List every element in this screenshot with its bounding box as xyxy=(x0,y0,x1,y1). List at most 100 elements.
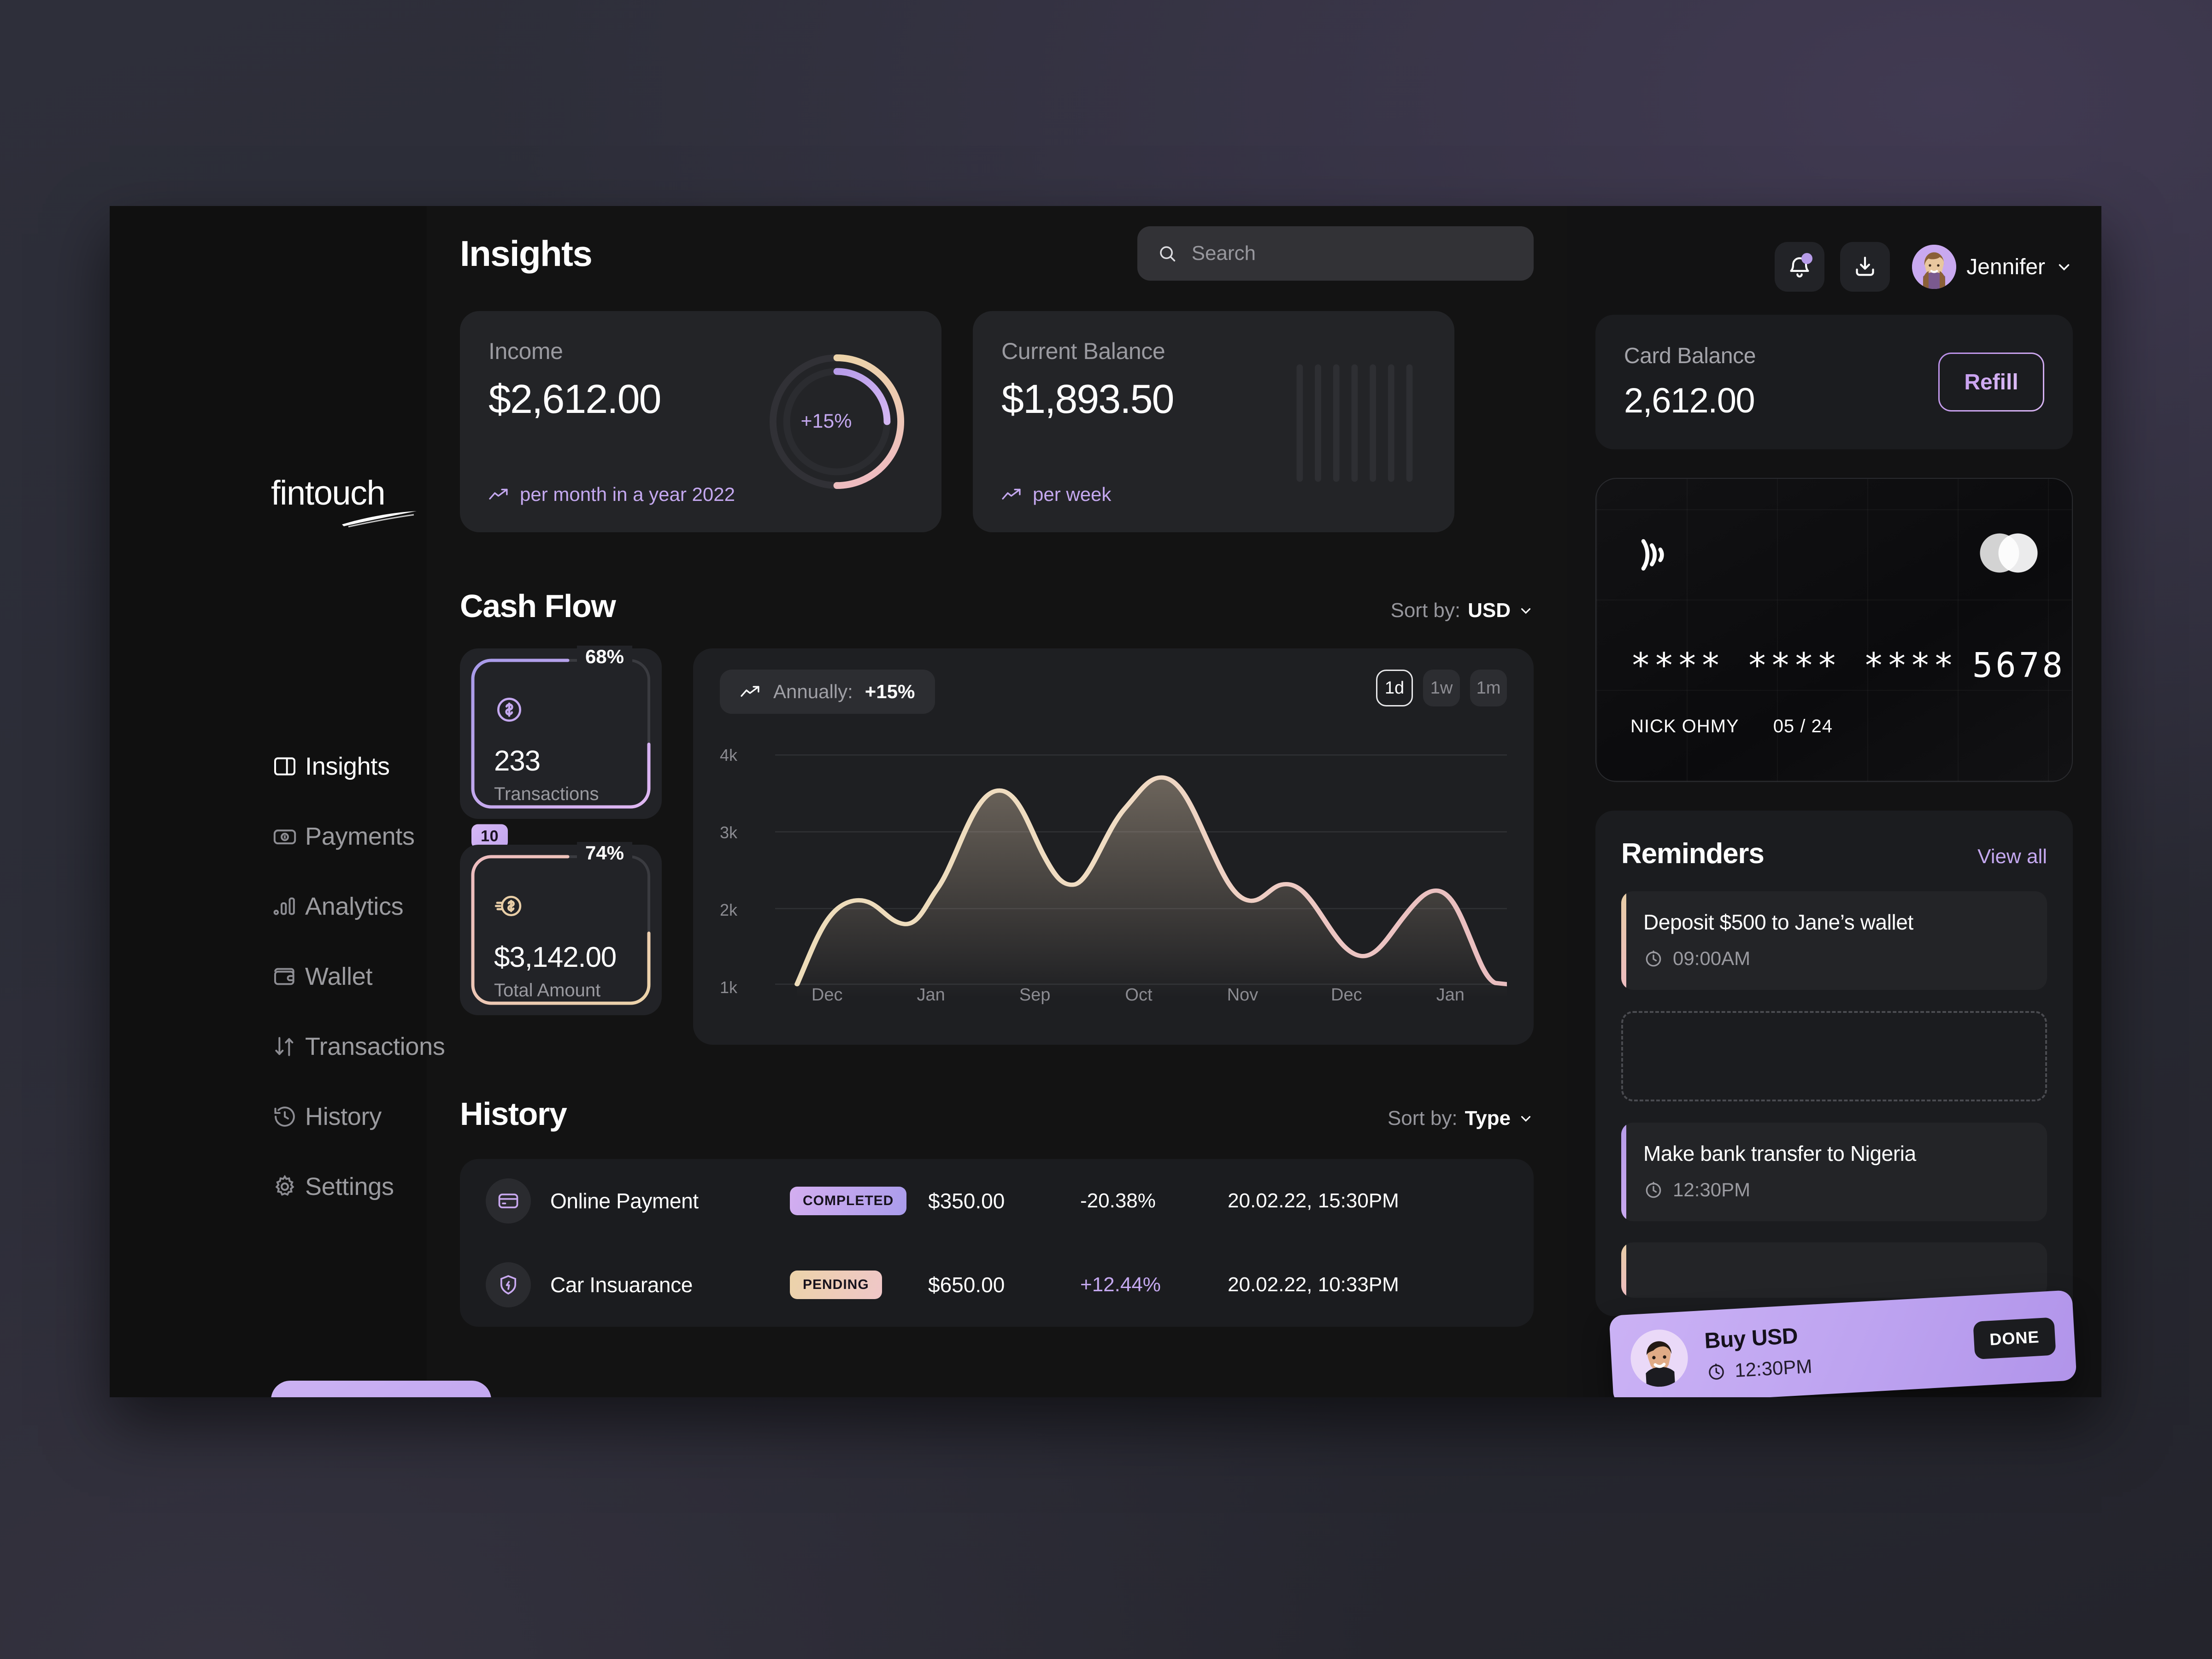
dragging-reminder-time-row: 12:30PM xyxy=(1706,1355,1812,1383)
sidebar: fintouch Insights Payments 10 Analytics … xyxy=(110,206,508,1397)
download-button[interactable] xyxy=(1840,242,1890,292)
cash-flow-header: Cash Flow Sort by: USD xyxy=(427,588,1567,624)
sidebar-item-label: Transactions xyxy=(305,1033,445,1060)
range-1d[interactable]: 1d xyxy=(1376,670,1413,706)
card-number-masked: **** **** **** xyxy=(1630,646,1957,685)
trend-up-icon xyxy=(489,488,508,500)
card-number: **** **** **** 5678 xyxy=(1630,646,2065,685)
transaction-change: +12.44% xyxy=(1080,1273,1161,1296)
x-tick-3: Oct xyxy=(1125,985,1153,1005)
range-1w[interactable]: 1w xyxy=(1423,670,1460,706)
dragging-reminder-buy-usd[interactable]: Buy USD 12:30PM DONE xyxy=(1609,1290,2077,1397)
reminders-panel: Reminders View all Deposit $500 to Jane’… xyxy=(1595,811,2077,1397)
x-axis-labels: Dec Jan Sep Oct Nov Dec Jan xyxy=(775,985,1502,1005)
income-value: $2,612.00 xyxy=(488,376,661,422)
app-window: fintouch Insights Payments 10 Analytics … xyxy=(110,206,2101,1397)
sidebar-item-label: Wallet xyxy=(305,963,373,990)
sidebar-item-label: Settings xyxy=(305,1173,394,1200)
brand-name: fintouch xyxy=(271,474,386,512)
x-tick-2: Sep xyxy=(1019,985,1051,1005)
x-tick-5: Dec xyxy=(1331,985,1362,1005)
user-name: Jennifer xyxy=(1966,254,2045,279)
income-label: Income xyxy=(488,338,563,364)
sort-by-value: USD xyxy=(1468,599,1511,622)
search-input[interactable] xyxy=(1191,242,1513,265)
dragging-reminder-time: 12:30PM xyxy=(1734,1355,1813,1381)
credit-card-icon xyxy=(486,1178,531,1224)
sort-by-type[interactable]: Sort by: Type xyxy=(1388,1107,1534,1130)
sort-by-value: Type xyxy=(1465,1107,1511,1130)
avatar xyxy=(1912,245,1957,289)
y-tick-1k: 1k xyxy=(720,977,738,997)
transaction-date: 20.02.22, 15:30PM xyxy=(1228,1189,1399,1212)
user-menu[interactable]: Jennifer xyxy=(1912,245,2073,289)
contactless-icon xyxy=(1641,539,1664,571)
wallet-icon xyxy=(272,964,305,989)
reminder-accent xyxy=(1621,1123,1626,1221)
range-1m[interactable]: 1m xyxy=(1470,670,1507,706)
time-range-toggle: 1d 1w 1m xyxy=(1376,670,1507,706)
bank-card[interactable]: **** **** **** 5678 NICK OHMY 05 / 24 xyxy=(1595,478,2073,782)
status-badge: PENDING xyxy=(790,1271,882,1299)
reminder-dropzone[interactable] xyxy=(1621,1011,2047,1101)
chevron-down-icon xyxy=(1521,608,1531,614)
table-row[interactable]: Online Payment COMPLETED $350.00 -20.38%… xyxy=(460,1159,1534,1243)
history-title: History xyxy=(460,1096,567,1132)
history-section: History Sort by: Type Online Payment COM… xyxy=(427,1095,1567,1327)
x-tick-0: Dec xyxy=(811,985,843,1005)
annual-growth-value: +15% xyxy=(865,681,915,702)
history-table: Online Payment COMPLETED $350.00 -20.38%… xyxy=(460,1159,1534,1327)
page-title: Insights xyxy=(460,233,593,274)
x-tick-6: Jan xyxy=(1436,985,1465,1005)
sidebar-item-label: Payments xyxy=(305,823,415,850)
search-bar[interactable] xyxy=(1137,226,1534,281)
x-tick-1: Jan xyxy=(917,985,945,1005)
annual-growth-label: Annually: xyxy=(773,681,853,702)
transaction-name: Car Insuarance xyxy=(550,1273,693,1297)
balance-subtitle: per week xyxy=(1001,483,1174,506)
shield-bolt-icon xyxy=(486,1262,531,1307)
balance-value: $1,893.50 xyxy=(1001,376,1174,422)
total-amount-tile: 74% $3,142.00 Total Amount xyxy=(460,842,662,1015)
income-ring-chart: +15% xyxy=(761,338,913,506)
reminder-time-row: 09:00AM xyxy=(1643,947,2025,970)
sort-by-label: Sort by: xyxy=(1390,599,1461,622)
stat-cards: Income $2,612.00 per month in a year 202… xyxy=(427,311,1567,532)
notifications-button[interactable] xyxy=(1775,242,1825,292)
card-holder: NICK OHMY xyxy=(1630,716,1739,736)
card-balance-card: Card Balance 2,612.00 Refill xyxy=(1595,315,2073,449)
transaction-amount: $350.00 xyxy=(928,1189,1005,1213)
transaction-change: -20.38% xyxy=(1080,1189,1156,1212)
sidebar-item-label: Insights xyxy=(305,753,390,780)
cash-flow-tiles: 68% 233 Transactions 74% $3,142.00 Total… xyxy=(460,646,662,1045)
chevron-down-icon xyxy=(1521,1116,1531,1122)
brand-logo[interactable]: fintouch xyxy=(271,473,423,530)
done-button[interactable]: DONE xyxy=(1973,1317,2056,1360)
top-bar: Insights xyxy=(427,206,1567,301)
balance-sub-text: per week xyxy=(1033,483,1112,505)
refill-button[interactable]: Refill xyxy=(1938,353,2044,412)
table-row[interactable]: Car Insuarance PENDING $650.00 +12.44% 2… xyxy=(460,1243,1534,1327)
download-icon xyxy=(1856,257,1874,276)
cash-flow-section: 68% 233 Transactions 74% $3,142.00 Total… xyxy=(427,646,1567,1045)
settings-icon xyxy=(272,1174,305,1200)
chevron-down-icon xyxy=(2059,264,2070,271)
transactions-icon xyxy=(272,1034,305,1059)
reminder-item[interactable]: Make bank transfer to Nigeria 12:30PM xyxy=(1621,1123,2047,1221)
avatar xyxy=(1629,1328,1689,1388)
reminder-text: Make bank transfer to Nigeria xyxy=(1643,1141,1916,1165)
income-ring-label: +15% xyxy=(800,410,852,432)
logo-swoosh-icon xyxy=(342,511,417,528)
reminder-item[interactable] xyxy=(1621,1242,2047,1298)
reminder-item[interactable]: Deposit $500 to Jane’s wallet 09:00AM xyxy=(1621,891,2047,990)
reminder-accent xyxy=(1621,1242,1626,1298)
insights-icon xyxy=(272,753,305,779)
reminder-time: 09:00AM xyxy=(1673,947,1751,969)
y-tick-3k: 3k xyxy=(720,823,738,842)
money-transfer-icon xyxy=(494,895,522,917)
view-all-link[interactable]: View all xyxy=(1977,845,2047,868)
income-sub-text: per month in a year 2022 xyxy=(520,483,735,505)
cash-flow-chart-card: Annually: +15% 1d 1w 1m 4k 3k 2k 1k Dec … xyxy=(693,648,1534,1045)
sort-by-currency[interactable]: Sort by: USD xyxy=(1390,599,1534,622)
reminder-accent xyxy=(1621,891,1626,990)
